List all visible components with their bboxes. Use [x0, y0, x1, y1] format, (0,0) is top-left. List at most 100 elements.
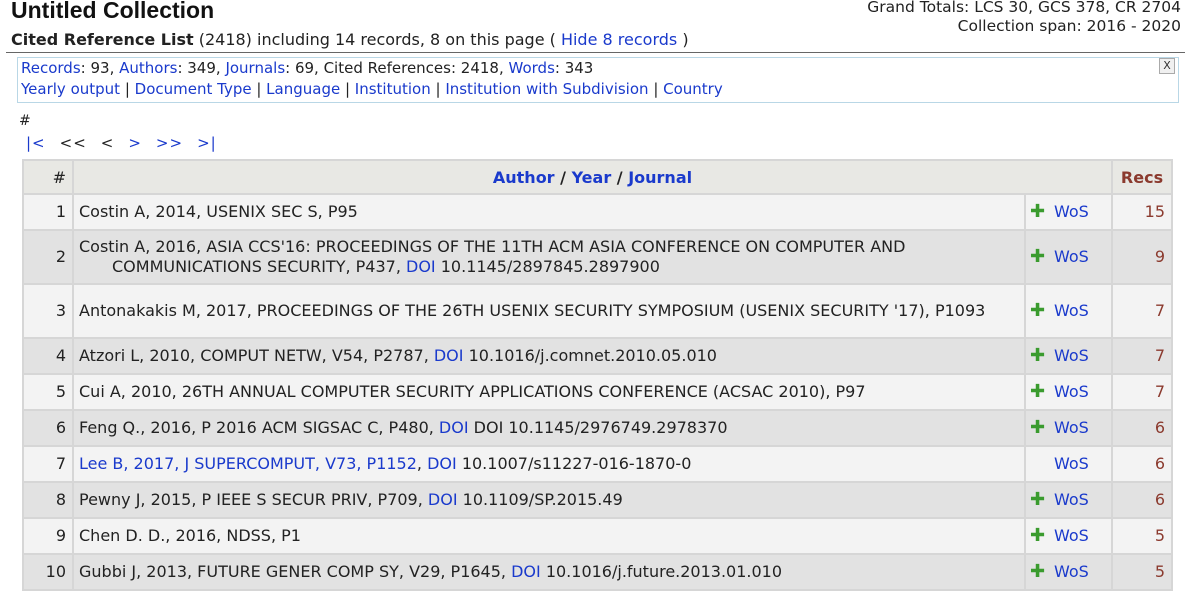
wos-link[interactable]: WoS — [1054, 490, 1089, 509]
authors-value: : 349, — [177, 59, 226, 77]
add-record-icon[interactable]: ✚ — [1030, 526, 1054, 546]
next-page-group-link[interactable]: >> — [156, 134, 183, 152]
doi-link[interactable]: DOI — [434, 346, 464, 365]
row-number: 6 — [24, 411, 72, 445]
grand-totals: Grand Totals: LCS 30, GCS 378, CR 2704 — [867, 0, 1181, 16]
collection-span: Collection span: 2016 - 2020 — [957, 17, 1181, 35]
row-number: 8 — [24, 483, 72, 517]
reference-citation: Chen D. D., 2016, NDSS, P1 — [79, 526, 301, 545]
header-sep: / — [611, 167, 629, 187]
doi-link[interactable]: DOI — [427, 454, 457, 473]
wos-link[interactable]: WoS — [1054, 382, 1089, 401]
prev-page-group-link[interactable]: << — [60, 134, 87, 152]
words-value: : 343 — [554, 59, 594, 77]
action-cell: ✚WoS — [1026, 285, 1111, 337]
table-row: 10 Gubbi J, 2013, FUTURE GENER COMP SY, V… — [24, 555, 1171, 589]
reference-link[interactable]: Lee B, 2017, J SUPERCOMPUT, V73, P1152 — [79, 454, 417, 473]
document-type-link[interactable]: Document Type — [135, 80, 252, 98]
action-cell: ✚WoS — [1026, 555, 1111, 589]
close-summary-button[interactable]: X — [1159, 58, 1175, 74]
wos-link[interactable]: WoS — [1054, 247, 1089, 266]
table-row: 2 Costin A, 2016, ASIA CCS'16: PROCEEDING… — [24, 231, 1171, 283]
action-cell: ✚WoS — [1026, 375, 1111, 409]
table-row: 1 Costin A, 2014, USENIX SEC S, P95 ✚ WoS 15 — [24, 195, 1171, 229]
action-cell: ✚WoS — [1026, 339, 1111, 373]
add-record-icon[interactable]: ✚ — [1030, 382, 1054, 402]
doi-value: 10.1109/SP.2015.49 — [457, 490, 623, 509]
recs-count: 5 — [1113, 519, 1171, 553]
first-page-link[interactable]: |< — [26, 134, 46, 152]
last-page-link[interactable]: >| — [197, 134, 217, 152]
sort-author-link[interactable]: Author — [493, 168, 555, 187]
doi-link[interactable]: DOI — [511, 562, 541, 581]
add-record-icon[interactable]: ✚ — [1030, 562, 1054, 582]
col-number-header: # — [24, 161, 72, 193]
doi-link[interactable]: DOI — [428, 490, 458, 509]
row-number: 1 — [24, 195, 72, 229]
row-number: 4 — [24, 339, 72, 373]
country-link[interactable]: Country — [663, 80, 723, 98]
table-row: 5 Cui A, 2010, 26TH ANNUAL COMPUTER SECUR… — [24, 375, 1171, 409]
hash-marker: # — [19, 113, 31, 129]
cited-reference-table: # Author / Year / Journal Recs 1 Costin A… — [22, 159, 1173, 591]
wos-link[interactable]: WoS — [1054, 346, 1089, 365]
add-record-icon[interactable]: ✚ — [1030, 346, 1054, 366]
sort-year-link[interactable]: Year — [572, 168, 612, 187]
prev-page-link[interactable]: < — [101, 134, 115, 152]
journals-value: : 69, Cited References: 2418, — [285, 59, 509, 77]
doi-value: 10.1145/2897845.2897900 — [435, 257, 660, 276]
institution-link[interactable]: Institution — [355, 80, 431, 98]
sort-recs-header[interactable]: Recs — [1113, 161, 1171, 193]
doi-value: 10.1016/j.future.2013.01.010 — [540, 562, 783, 581]
language-link[interactable]: Language — [266, 80, 340, 98]
row-number: 10 — [24, 555, 72, 589]
wos-link[interactable]: WoS — [1054, 526, 1089, 545]
wos-link[interactable]: WoS — [1054, 202, 1089, 221]
reference-text: Feng Q., 2016, P 2016 ACM SIGSAC C, P480… — [79, 418, 1000, 438]
table-row: 6 Feng Q., 2016, P 2016 ACM SIGSAC C, P48… — [24, 411, 1171, 445]
sort-journal-link[interactable]: Journal — [628, 168, 692, 187]
reference-citation: Cui A, 2010, 26TH ANNUAL COMPUTER SECURI… — [79, 382, 866, 401]
reference-text: Costin A, 2016, ASIA CCS'16: PROCEEDINGS… — [79, 237, 1000, 277]
wos-link[interactable]: WoS — [1054, 301, 1089, 320]
action-cell: ✚WoS — [1026, 519, 1111, 553]
next-page-link[interactable]: > — [128, 134, 142, 152]
col-reference-header: Author / Year / Journal — [74, 161, 1111, 193]
hide-records-link[interactable]: Hide 8 records — [561, 30, 677, 49]
doi-value: DOI 10.1145/2976749.2978370 — [468, 418, 728, 437]
recs-count: 7 — [1113, 285, 1171, 337]
header-divider — [6, 52, 1185, 53]
reference-cell: Feng Q., 2016, P 2016 ACM SIGSAC C, P480… — [74, 411, 1024, 445]
authors-link[interactable]: Authors — [119, 59, 177, 77]
add-record-icon[interactable]: ✚ — [1030, 301, 1054, 321]
reference-text: Atzori L, 2010, COMPUT NETW, V54, P2787,… — [79, 346, 1000, 366]
wos-link[interactable]: WoS — [1054, 454, 1089, 473]
list-subtitle-end: ) — [677, 30, 689, 49]
doi-link[interactable]: DOI — [439, 418, 469, 437]
reference-citation: Costin A, 2014, USENIX SEC S, P95 — [79, 202, 358, 221]
action-cell: ✚WoS — [1026, 411, 1111, 445]
words-link[interactable]: Words — [509, 59, 555, 77]
records-link[interactable]: Records — [21, 59, 81, 77]
table-row: 7 Lee B, 2017, J SUPERCOMPUT, V73, P1152,… — [24, 447, 1171, 481]
reference-cell: Atzori L, 2010, COMPUT NETW, V54, P2787,… — [74, 339, 1024, 373]
wos-link[interactable]: WoS — [1054, 418, 1089, 437]
reference-citation: Antonakakis M, 2017, PROCEEDINGS OF THE … — [79, 301, 986, 320]
doi-value: 10.1016/j.comnet.2010.05.010 — [463, 346, 717, 365]
row-number: 5 — [24, 375, 72, 409]
add-record-icon[interactable]: ✚ — [1030, 418, 1054, 438]
wos-link[interactable]: WoS — [1054, 562, 1089, 581]
reference-text: Lee B, 2017, J SUPERCOMPUT, V73, P1152, … — [79, 454, 1000, 474]
add-record-icon[interactable]: ✚ — [1030, 247, 1054, 267]
institution-subdivision-link[interactable]: Institution with Subdivision — [445, 80, 648, 98]
recs-count: 6 — [1113, 447, 1171, 481]
add-record-icon[interactable]: ✚ — [1030, 202, 1054, 222]
list-subtitle: Cited Reference List (2418) including 14… — [11, 30, 689, 49]
collection-title: Untitled Collection — [11, 0, 215, 23]
reference-text: Pewny J, 2015, P IEEE S SECUR PRIV, P709… — [79, 490, 1000, 510]
doi-link[interactable]: DOI — [406, 257, 436, 276]
add-record-icon[interactable]: ✚ — [1030, 490, 1054, 510]
journals-link[interactable]: Journals — [225, 59, 285, 77]
yearly-output-link[interactable]: Yearly output — [21, 80, 120, 98]
recs-count: 5 — [1113, 555, 1171, 589]
